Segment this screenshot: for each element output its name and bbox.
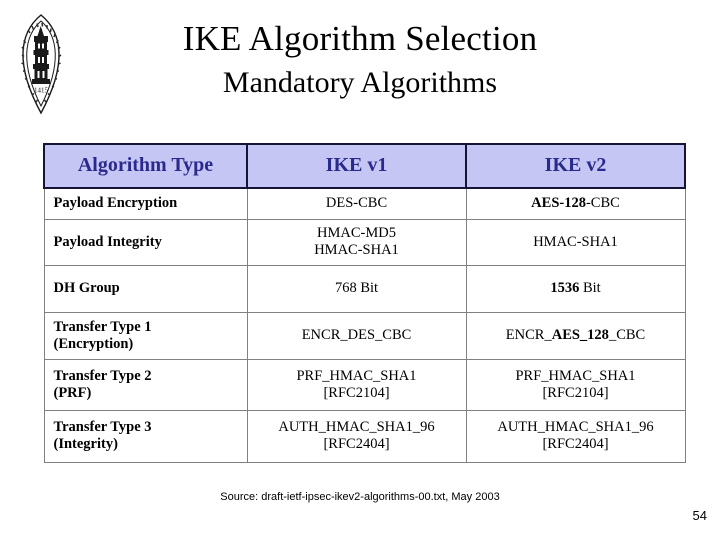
plain-text: [RFC2404]	[323, 436, 390, 452]
cell-ike-v1: AUTH_HMAC_SHA1_96 [RFC2404]	[246, 409, 467, 463]
cell-algorithm-type: DH Group	[43, 264, 248, 313]
table-header-row: Algorithm Type IKE v1 IKE v2	[43, 143, 686, 189]
plain-text: [RFC2104]	[323, 384, 390, 401]
plain-text: (Integrity)	[53, 436, 118, 452]
page-subtitle: Mandatory Algorithms	[222, 66, 498, 99]
plain-text: Bit	[579, 280, 601, 296]
plain-text: Transfer Type 2	[53, 367, 152, 384]
emphasis-text: AES_128	[551, 327, 609, 343]
cell-algorithm-type: Transfer Type 2 (PRF)	[43, 358, 248, 411]
plain-text: AUTH_HMAC_SHA1_96	[497, 419, 654, 435]
plain-text: (Encryption)	[53, 335, 134, 352]
cell-ike-v1: 768 Bit	[246, 264, 467, 313]
plain-text: Payload Integrity	[53, 233, 162, 250]
column-header-ike-v2: IKE v2	[465, 143, 686, 189]
emphasis-text: 1536	[550, 280, 580, 296]
cell-ike-v1: HMAC-MD5 HMAC-SHA1	[246, 218, 467, 266]
source-note: Source: draft-ietf-ipsec-ikev2-algorithm…	[220, 491, 500, 503]
cell-algorithm-type: Transfer Type 3 (Integrity)	[43, 409, 248, 463]
plain-text: (PRF)	[53, 384, 92, 401]
cell-ike-v2: AES-128-CBC	[465, 187, 686, 220]
table-body: Payload Encryption DES-CBC AES-128-CBC Payl…	[43, 187, 686, 463]
plain-text: AUTH_HMAC_SHA1_96	[278, 419, 435, 435]
cell-ike-v2: ENCR_AES_128_CBC	[465, 311, 686, 360]
plain-text: _CBC	[608, 327, 646, 343]
table-row: Transfer Type 3 (Integrity) AUTH_HMAC_SHA1…	[43, 409, 686, 463]
column-header-algorithm-type: Algorithm Type	[43, 143, 248, 189]
plain-text: [RFC2404]	[542, 436, 609, 452]
cell-ike-v2: 1536 Bit	[465, 264, 686, 313]
plain-text: Transfer Type 1	[53, 318, 152, 335]
plain-text: 768 Bit	[334, 280, 379, 296]
cell-ike-v2: AUTH_HMAC_SHA1_96 [RFC2404]	[465, 409, 686, 463]
table-row: Transfer Type 2 (PRF) PRF_HMAC_SHA1 [RFC210…	[43, 358, 686, 411]
plain-text: [RFC2104]	[542, 384, 609, 401]
plain-text: PRF_HMAC_SHA1	[296, 367, 417, 384]
column-header-ike-v1: IKE v1	[246, 143, 467, 189]
plain-text: Transfer Type 3	[53, 419, 152, 435]
cell-ike-v1: ENCR_DES_CBC	[246, 311, 467, 360]
emphasis-text: AES-128	[531, 195, 586, 212]
table-row: Payload Encryption DES-CBC AES-128-CBC	[43, 187, 686, 220]
cell-ike-v1: PRF_HMAC_SHA1 [RFC2104]	[246, 358, 467, 411]
cell-ike-v2: PRF_HMAC_SHA1 [RFC2104]	[465, 358, 686, 411]
cell-ike-v2: HMAC-SHA1	[465, 218, 686, 266]
cell-algorithm-type: Payload Encryption	[43, 187, 248, 220]
plain-text: Payload Encryption	[53, 195, 178, 212]
table-row: Payload Integrity HMAC-MD5 HMAC-SHA1 HMAC-S…	[43, 218, 686, 266]
plain-text: -CBC	[585, 195, 620, 212]
plain-text: HMAC-MD5	[317, 225, 396, 241]
plain-text: ENCR_DES_CBC	[301, 327, 412, 343]
plain-text: PRF_HMAC_SHA1	[515, 367, 636, 384]
plain-text: HMAC-SHA1	[533, 233, 618, 250]
plain-text: HMAC-SHA1	[314, 242, 399, 258]
table-row: Transfer Type 1 (Encryption) ENCR_DES_CBC E…	[43, 311, 686, 360]
cell-algorithm-type: Transfer Type 1 (Encryption)	[43, 311, 248, 360]
page-title: IKE Algorithm Selection	[182, 19, 538, 58]
page-number: 54	[692, 508, 707, 523]
plain-text: DES-CBC	[325, 195, 388, 212]
table-row: DH Group 768 Bit 1536 Bit	[43, 264, 686, 313]
cell-algorithm-type: Payload Integrity	[43, 218, 248, 266]
ike-algorithm-table: Algorithm Type IKE v1 IKE v2 Payload Enc…	[43, 143, 686, 463]
plain-text: DH Group	[53, 280, 120, 296]
cell-ike-v1: DES-CBC	[246, 187, 467, 220]
plain-text: ENCR_	[505, 327, 552, 343]
title-block: IKE Algorithm Selection Mandatory Algori…	[0, 18, 720, 102]
